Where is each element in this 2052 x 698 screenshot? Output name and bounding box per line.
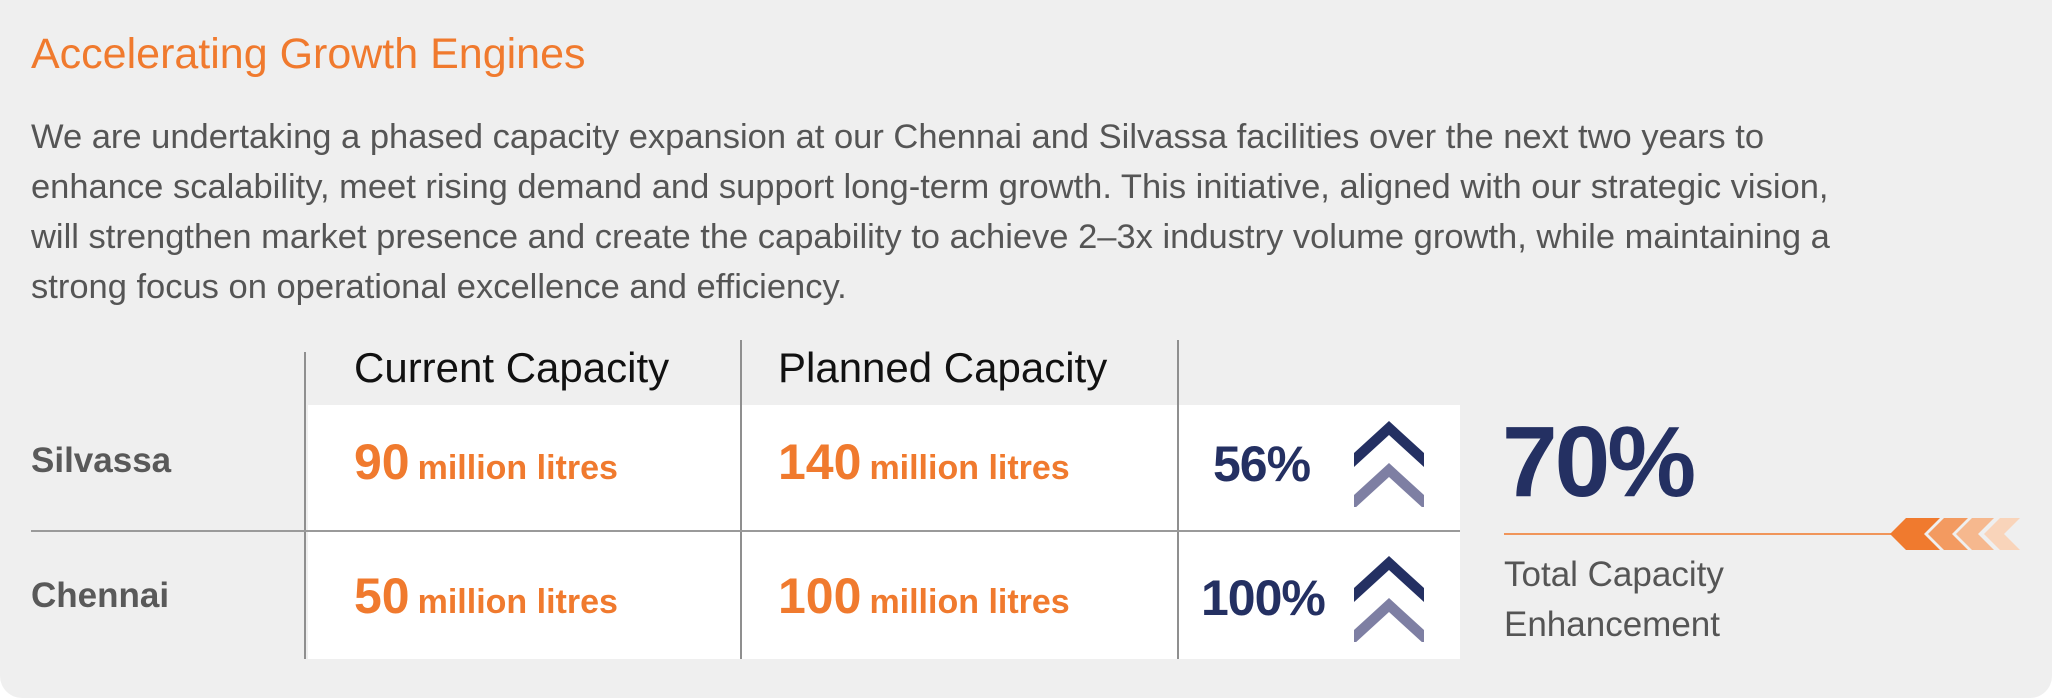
description: We are undertaking a phased capacity exp…	[31, 112, 2021, 312]
description-line: will strengthen market presence and crea…	[31, 218, 1830, 256]
capacity-unit: million litres	[417, 583, 618, 621]
table-divider	[740, 340, 742, 659]
table-row-divider	[31, 530, 1460, 532]
planned-capacity-silvassa: 140 million litres	[778, 433, 1070, 491]
header-current-capacity: Current Capacity	[354, 344, 670, 391]
capacity-value: 100	[778, 568, 862, 624]
capacity-unit: million litres	[869, 449, 1070, 487]
double-chevron-up-icon	[1354, 556, 1424, 642]
capacity-value: 50	[354, 568, 410, 624]
table-divider	[1177, 340, 1179, 659]
table-divider	[304, 352, 306, 659]
description-line: strong focus on operational excellence a…	[31, 268, 847, 306]
double-chevron-up-icon	[1354, 421, 1424, 507]
increase-silvassa: 56%	[1213, 436, 1311, 492]
description-line: We are undertaking a phased capacity exp…	[31, 118, 1765, 156]
capacity-value: 140	[778, 434, 862, 490]
increase-chennai: 100%	[1201, 570, 1326, 626]
current-capacity-chennai: 50 million litres	[354, 567, 618, 625]
total-capacity-label: Total Capacity Enhancement	[1504, 550, 1724, 650]
summary-divider	[1504, 533, 1904, 535]
total-capacity-percent: 70%	[1502, 406, 1696, 518]
total-label-line: Enhancement	[1504, 605, 1720, 644]
header-planned-capacity: Planned Capacity	[778, 344, 1108, 391]
total-label-line: Total Capacity	[1504, 555, 1724, 594]
description-line: enhance scalability, meet rising demand …	[31, 168, 1829, 206]
arrow-chevrons-left-icon	[1890, 518, 2020, 550]
current-capacity-silvassa: 90 million litres	[354, 433, 618, 491]
planned-capacity-chennai: 100 million litres	[778, 567, 1070, 625]
row-label-silvassa: Silvassa	[31, 441, 172, 480]
row-label-chennai: Chennai	[31, 576, 170, 615]
capacity-unit: million litres	[417, 449, 618, 487]
capacity-value: 90	[354, 434, 410, 490]
capacity-unit: million litres	[869, 583, 1070, 621]
section-title: Accelerating Growth Engines	[31, 30, 586, 78]
growth-engines-panel: Accelerating Growth Engines We are under…	[0, 0, 2052, 698]
